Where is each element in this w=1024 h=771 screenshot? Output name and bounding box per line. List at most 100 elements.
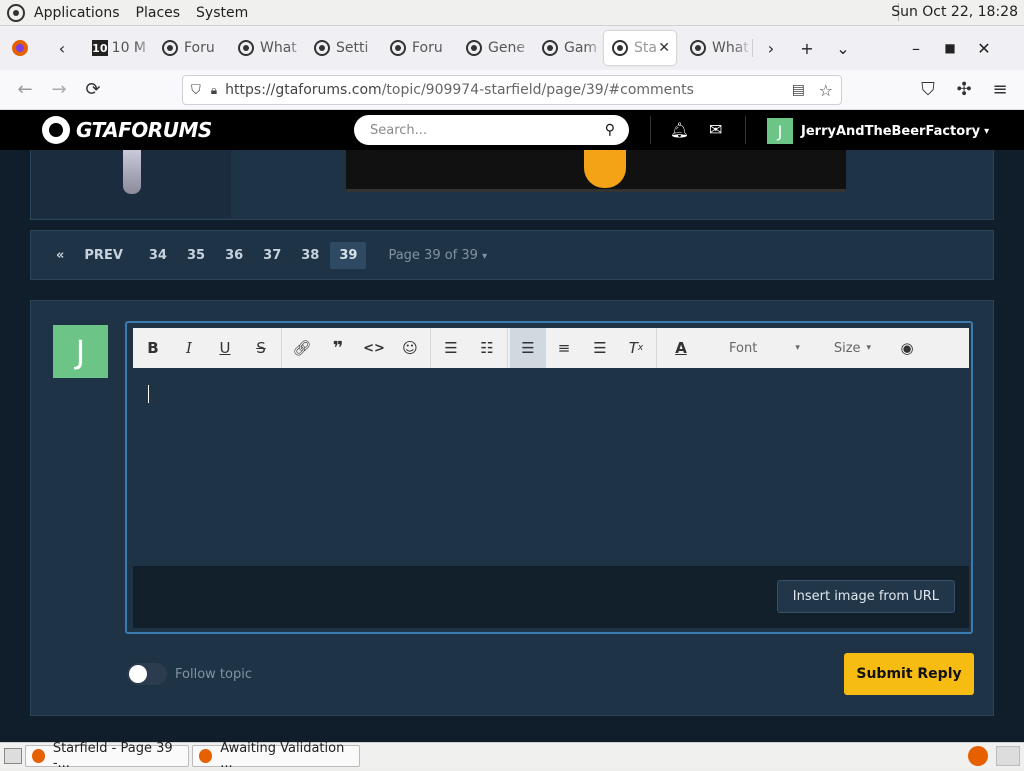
- page-jump-dropdown[interactable]: Page 39 of 39 ▾: [388, 248, 487, 263]
- browser-nav-bar: ← → ⟳ ⛉ 🔒︎ https://gtaforums.com/topic/9…: [0, 70, 1024, 110]
- tab-settings[interactable]: Setti: [306, 31, 382, 65]
- tab-scroll-left-icon[interactable]: ‹: [48, 34, 76, 62]
- link-icon[interactable]: 🔗︎: [284, 328, 320, 368]
- url-text[interactable]: https://gtaforums.com/topic/909974-starf…: [225, 82, 694, 98]
- menu-system[interactable]: System: [196, 5, 248, 21]
- minimize-window-icon[interactable]: –: [902, 34, 930, 62]
- hamburger-menu-icon[interactable]: ≡: [983, 75, 1017, 105]
- text-color-icon[interactable]: A: [663, 328, 699, 368]
- topic-banner: [30, 150, 994, 220]
- username: JerryAndTheBeerFactory: [801, 123, 981, 139]
- reader-view-icon[interactable]: ▤: [792, 82, 805, 98]
- size-dropdown[interactable]: Size ▾: [834, 328, 871, 368]
- clear-format-icon[interactable]: Tx: [618, 328, 654, 368]
- taskbar-item-awaiting[interactable]: Awaiting Validation ...: [192, 741, 360, 771]
- page-link[interactable]: 38: [292, 242, 328, 269]
- preview-eye-icon[interactable]: ◉: [889, 328, 925, 368]
- quote-icon[interactable]: ❞: [320, 328, 356, 368]
- align-right-icon[interactable]: ☰: [582, 328, 618, 368]
- close-window-icon[interactable]: ✕: [970, 34, 998, 62]
- page-link[interactable]: 36: [216, 242, 252, 269]
- reply-avatar: J: [53, 325, 108, 378]
- firefox-icon: [32, 748, 45, 763]
- menu-applications[interactable]: Applications: [34, 5, 120, 21]
- tab-10m[interactable]: 10 10 M: [84, 31, 154, 65]
- tab-scroll-right-icon[interactable]: ›: [757, 34, 785, 62]
- first-page-link[interactable]: «: [47, 242, 73, 269]
- gtaforums-favicon-icon: [390, 40, 406, 56]
- taskbar-item-starfield[interactable]: Starfield - Page 39 -...: [25, 741, 189, 771]
- shield-icon[interactable]: ⛉: [191, 83, 201, 98]
- tab-label: Foru: [412, 40, 443, 56]
- lock-icon[interactable]: 🔒︎: [211, 83, 217, 98]
- caret-down-icon: ▾: [866, 343, 872, 353]
- numbered-list-icon[interactable]: ☷: [469, 328, 505, 368]
- pagination-bar: « PREV 34 35 36 37 38 39 Page 39 of 39 ▾: [30, 230, 994, 280]
- tab-what-2[interactable]: What: [682, 31, 752, 65]
- site-logo[interactable]: GTAFORUMS: [42, 116, 212, 144]
- firefox-tray-icon[interactable]: [968, 746, 988, 766]
- extensions-icon[interactable]: ✣: [947, 75, 981, 105]
- emoji-icon[interactable]: ☺: [392, 328, 428, 368]
- maximize-window-icon[interactable]: ■: [936, 34, 964, 62]
- submit-reply-button[interactable]: Submit Reply: [844, 653, 974, 695]
- underline-icon[interactable]: U: [207, 328, 243, 368]
- toggle-switch[interactable]: [127, 663, 167, 685]
- messages-envelope-icon[interactable]: ✉: [709, 120, 722, 139]
- bold-icon[interactable]: B: [135, 328, 171, 368]
- gtaforums-logo-icon: [42, 116, 70, 144]
- firefox-icon[interactable]: [6, 34, 34, 62]
- divider: [281, 328, 282, 368]
- tab-general[interactable]: Gene: [458, 31, 534, 65]
- reload-icon[interactable]: ⟳: [76, 75, 110, 105]
- reply-box: J B I U S 🔗︎ ❞ <> ☺ ☰ ☷ ☰ ≡ ☰ Tx A Font …: [30, 300, 994, 716]
- gnome-foot-icon[interactable]: [6, 3, 26, 23]
- code-icon[interactable]: <>: [356, 328, 392, 368]
- italic-icon[interactable]: I: [171, 328, 207, 368]
- rich-text-editor: B I U S 🔗︎ ❞ <> ☺ ☰ ☷ ☰ ≡ ☰ Tx A Font ▾: [125, 321, 973, 634]
- close-tab-icon[interactable]: ✕: [658, 40, 670, 56]
- editor-toolbar: B I U S 🔗︎ ❞ <> ☺ ☰ ☷ ☰ ≡ ☰ Tx A Font ▾: [133, 328, 969, 368]
- tab-forum-1[interactable]: Foru: [154, 31, 230, 65]
- clock[interactable]: Sun Oct 22, 18:28: [891, 4, 1018, 20]
- page-link[interactable]: 37: [254, 242, 290, 269]
- tab-gaming[interactable]: Gam: [534, 31, 604, 65]
- font-label: Font: [729, 340, 758, 356]
- tab-label: Foru: [184, 40, 215, 56]
- list-tabs-chevron-icon[interactable]: ⌄: [829, 34, 857, 62]
- bookmark-star-icon[interactable]: ☆: [819, 81, 833, 100]
- align-left-icon[interactable]: ☰: [510, 328, 546, 368]
- notifications-bell-icon[interactable]: 🔔︎: [670, 121, 689, 139]
- page-link[interactable]: 35: [178, 242, 214, 269]
- search-input[interactable]: Search... ⚲: [354, 115, 629, 145]
- user-menu[interactable]: J JerryAndTheBeerFactory ▾: [767, 118, 989, 144]
- attachments-area: Insert image from URL: [133, 566, 969, 628]
- search-icon[interactable]: ⚲: [605, 122, 615, 138]
- bullet-list-icon[interactable]: ☰: [433, 328, 469, 368]
- prev-page-link[interactable]: PREV: [75, 242, 131, 269]
- page-link[interactable]: 34: [140, 242, 176, 269]
- new-tab-icon[interactable]: +: [793, 34, 821, 62]
- tab-what-1[interactable]: What: [230, 31, 306, 65]
- strikethrough-icon[interactable]: S: [243, 328, 279, 368]
- align-center-icon[interactable]: ≡: [546, 328, 582, 368]
- follow-topic-toggle[interactable]: Follow topic: [127, 663, 252, 685]
- divider: [656, 328, 657, 368]
- ten-favicon-icon: 10: [92, 40, 108, 56]
- forward-arrow-icon[interactable]: →: [42, 75, 76, 105]
- taskbar-item-label: Awaiting Validation ...: [220, 740, 345, 771]
- url-bar[interactable]: ⛉ 🔒︎ https://gtaforums.com/topic/909974-…: [182, 75, 842, 105]
- insert-image-url-button[interactable]: Insert image from URL: [776, 580, 955, 613]
- show-desktop-icon[interactable]: [4, 747, 22, 764]
- font-dropdown[interactable]: Font ▾: [729, 328, 800, 368]
- browser-tab-bar: ‹ 10 10 M Foru What Setti Foru Gene Gam …: [0, 26, 1024, 70]
- tab-starfield-active[interactable]: Sta ✕: [604, 31, 676, 65]
- pocket-icon[interactable]: ⛉: [911, 75, 945, 105]
- size-label: Size: [833, 340, 861, 356]
- reply-textarea[interactable]: [133, 368, 969, 566]
- workspace-switcher[interactable]: [996, 746, 1020, 766]
- menu-places[interactable]: Places: [136, 5, 181, 21]
- back-arrow-icon[interactable]: ←: [8, 75, 42, 105]
- current-page[interactable]: 39: [330, 241, 367, 269]
- tab-forum-2[interactable]: Foru: [382, 31, 458, 65]
